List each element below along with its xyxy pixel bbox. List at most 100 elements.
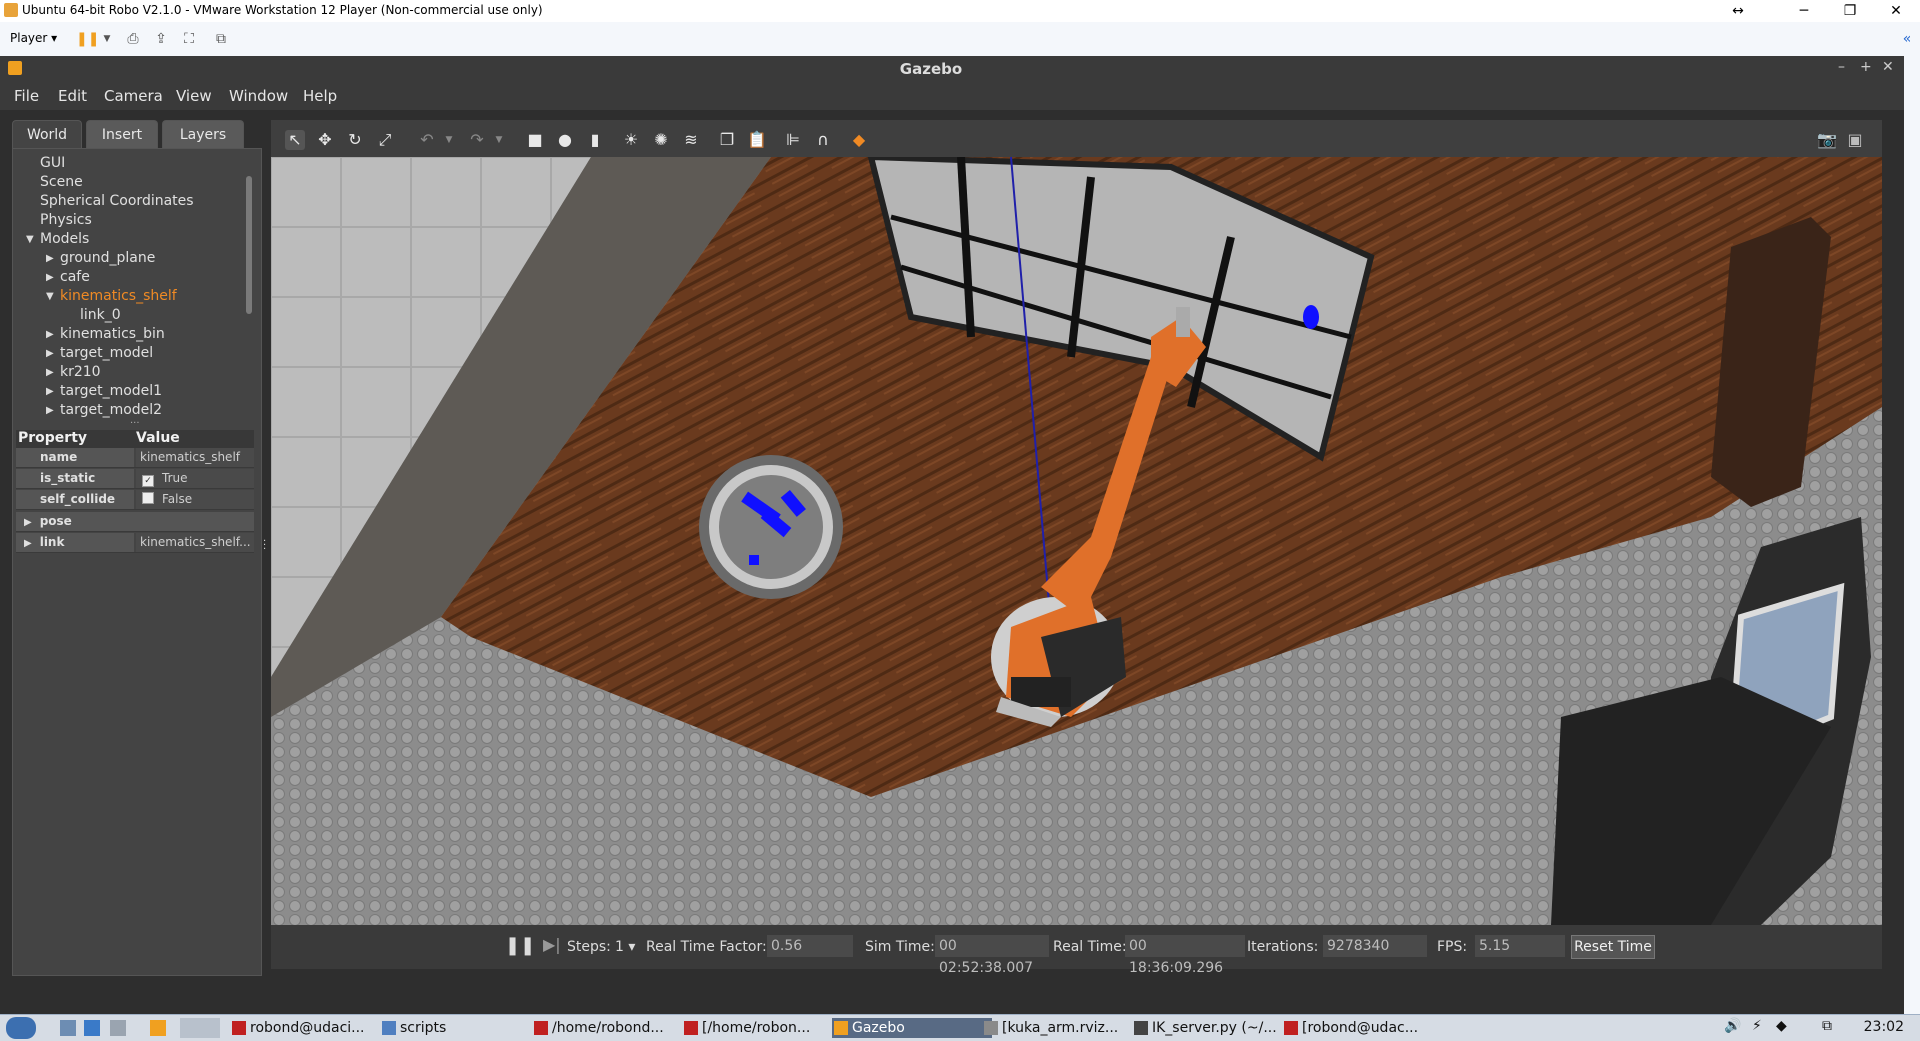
step-icon[interactable]: ▶|	[543, 935, 561, 954]
file-manager-icon[interactable]	[60, 1020, 76, 1036]
workspace-switcher[interactable]	[180, 1018, 220, 1038]
removable-devices-icon[interactable]: ⇪	[152, 30, 170, 48]
collapsed-arrow-icon[interactable]: ▶	[46, 405, 54, 416]
resize-arrows-icon[interactable]: ↔	[1718, 0, 1758, 22]
task-terminal-4[interactable]: [robond@udac...	[1282, 1018, 1442, 1038]
tree-item[interactable]: kinematics_bin	[60, 326, 165, 342]
volume-icon[interactable]: 🔊	[1724, 1018, 1741, 1034]
undo-icon[interactable]: ↶	[417, 130, 437, 150]
tab-insert[interactable]: Insert	[86, 120, 158, 149]
start-menu-icon[interactable]	[6, 1017, 36, 1039]
align-icon[interactable]: ⊫	[783, 130, 803, 150]
box-shape-icon[interactable]: ■	[525, 130, 545, 150]
snap-icon[interactable]: ∩	[813, 130, 833, 150]
tree-item[interactable]: Spherical Coordinates	[40, 193, 194, 209]
tree-item[interactable]: target_model	[60, 345, 153, 361]
expand-arrow-icon[interactable]: ▶	[16, 538, 32, 549]
cylinder-shape-icon[interactable]: ▮	[585, 130, 605, 150]
expanded-arrow-icon[interactable]: ▼	[26, 234, 34, 245]
task-terminal-1[interactable]: robond@udaci...	[230, 1018, 390, 1038]
collapse-toolbar-icon[interactable]: «	[1898, 30, 1916, 48]
tab-layers[interactable]: Layers	[162, 120, 244, 149]
tree-item[interactable]: Scene	[40, 174, 83, 190]
task-terminal-2[interactable]: /home/robond...	[532, 1018, 692, 1038]
view-angle-icon[interactable]: ◆	[849, 130, 869, 150]
panel-resize-handle[interactable]: · · ·	[263, 537, 266, 555]
task-ik-server[interactable]: IK_server.py (~/...	[1132, 1018, 1292, 1038]
sphere-shape-icon[interactable]: ●	[555, 130, 575, 150]
select-mode-icon[interactable]: ↖	[285, 130, 305, 150]
property-row-link[interactable]: ▶ link kinematics_shelf...	[16, 533, 254, 553]
tree-item[interactable]: target_model1	[60, 383, 162, 399]
log-recorder-icon[interactable]: ▣	[1845, 130, 1865, 150]
pause-dropdown-icon[interactable]: ▼	[98, 30, 116, 48]
tree-item[interactable]: Models	[40, 231, 89, 247]
point-light-icon[interactable]: ☀	[621, 130, 641, 150]
spot-light-icon[interactable]: ✺	[651, 130, 671, 150]
screenshot-icon[interactable]: 📷	[1817, 130, 1837, 150]
copy-icon[interactable]: ❐	[717, 130, 737, 150]
tree-item[interactable]: link_0	[80, 307, 121, 323]
collapsed-arrow-icon[interactable]: ▶	[46, 348, 54, 359]
splitter-handle[interactable]: ···	[130, 418, 150, 429]
tree-item[interactable]: ground_plane	[60, 250, 155, 266]
menu-camera[interactable]: Camera	[104, 87, 163, 105]
scale-mode-icon[interactable]: ⤢	[375, 130, 395, 150]
unity-icon[interactable]: ⧉	[212, 30, 230, 48]
tree-item[interactable]: GUI	[40, 155, 65, 171]
menu-window[interactable]: Window	[229, 87, 288, 105]
browser-icon[interactable]	[84, 1020, 100, 1036]
pause-icon[interactable]: ❚❚	[76, 30, 99, 48]
player-menu-button[interactable]: Player ▾	[10, 31, 57, 45]
property-row-is-static[interactable]: is_static ✓ True	[16, 469, 254, 489]
collapsed-arrow-icon[interactable]: ▶	[46, 386, 54, 397]
tree-item[interactable]: kinematics_shelf	[60, 288, 177, 304]
close-button[interactable]: ✕	[1876, 0, 1916, 22]
play-pause-icon[interactable]: ❚❚	[505, 935, 535, 956]
show-desktop-icon[interactable]	[110, 1020, 126, 1036]
property-row-pose[interactable]: ▶ pose	[16, 512, 254, 532]
task-gazebo[interactable]: Gazebo	[832, 1018, 992, 1038]
task-rviz[interactable]: [kuka_arm.rviz...	[982, 1018, 1142, 1038]
menu-view[interactable]: View	[176, 87, 212, 105]
redo-icon[interactable]: ↷	[467, 130, 487, 150]
tab-world[interactable]: World	[12, 120, 82, 149]
gazebo-maximize-button[interactable]: +	[1860, 59, 1872, 75]
steps-spinbox[interactable]: 1 ▾	[615, 939, 635, 955]
display-icon[interactable]: ⧉	[1822, 1018, 1832, 1034]
gazebo-launcher-icon[interactable]	[150, 1020, 166, 1036]
directional-light-icon[interactable]: ≋	[681, 130, 701, 150]
fullscreen-icon[interactable]: ⛶	[180, 30, 198, 48]
property-row-name[interactable]: name kinematics_shelf	[16, 448, 254, 468]
power-icon[interactable]: ⚡	[1752, 1018, 1762, 1034]
network-icon[interactable]: ◆	[1776, 1018, 1787, 1034]
collapsed-arrow-icon[interactable]: ▶	[46, 253, 54, 264]
expand-arrow-icon[interactable]: ▶	[16, 517, 32, 528]
tree-scrollbar[interactable]	[246, 176, 252, 314]
restore-button[interactable]: ❐	[1830, 0, 1870, 22]
redo-dropdown-icon[interactable]: ▼	[489, 130, 509, 150]
collapsed-arrow-icon[interactable]: ▶	[46, 329, 54, 340]
collapsed-arrow-icon[interactable]: ▶	[46, 367, 54, 378]
tree-item[interactable]: target_model2	[60, 402, 162, 418]
rotate-mode-icon[interactable]: ↻	[345, 130, 365, 150]
3d-viewport[interactable]	[271, 157, 1882, 925]
is-static-checkbox[interactable]: ✓	[142, 475, 154, 487]
gazebo-close-button[interactable]: ✕	[1882, 59, 1894, 75]
minimize-button[interactable]: ─	[1784, 0, 1824, 22]
reset-time-button[interactable]: Reset Time	[1571, 935, 1655, 959]
tree-item[interactable]: kr210	[60, 364, 101, 380]
send-ctrl-alt-del-icon[interactable]: ⎙	[124, 30, 142, 48]
translate-mode-icon[interactable]: ✥	[315, 130, 335, 150]
tree-item[interactable]: Physics	[40, 212, 92, 228]
menu-file[interactable]: File	[14, 87, 39, 105]
property-row-self-collide[interactable]: self_collide False	[16, 490, 254, 510]
tree-item[interactable]: cafe	[60, 269, 90, 285]
task-scripts[interactable]: scripts	[380, 1018, 540, 1038]
self-collide-checkbox[interactable]	[142, 492, 154, 504]
task-terminal-3[interactable]: [/home/robon...	[682, 1018, 842, 1038]
gazebo-minimize-button[interactable]: –	[1838, 59, 1845, 75]
expanded-arrow-icon[interactable]: ▼	[46, 291, 54, 302]
menu-help[interactable]: Help	[303, 87, 337, 105]
collapsed-arrow-icon[interactable]: ▶	[46, 272, 54, 283]
